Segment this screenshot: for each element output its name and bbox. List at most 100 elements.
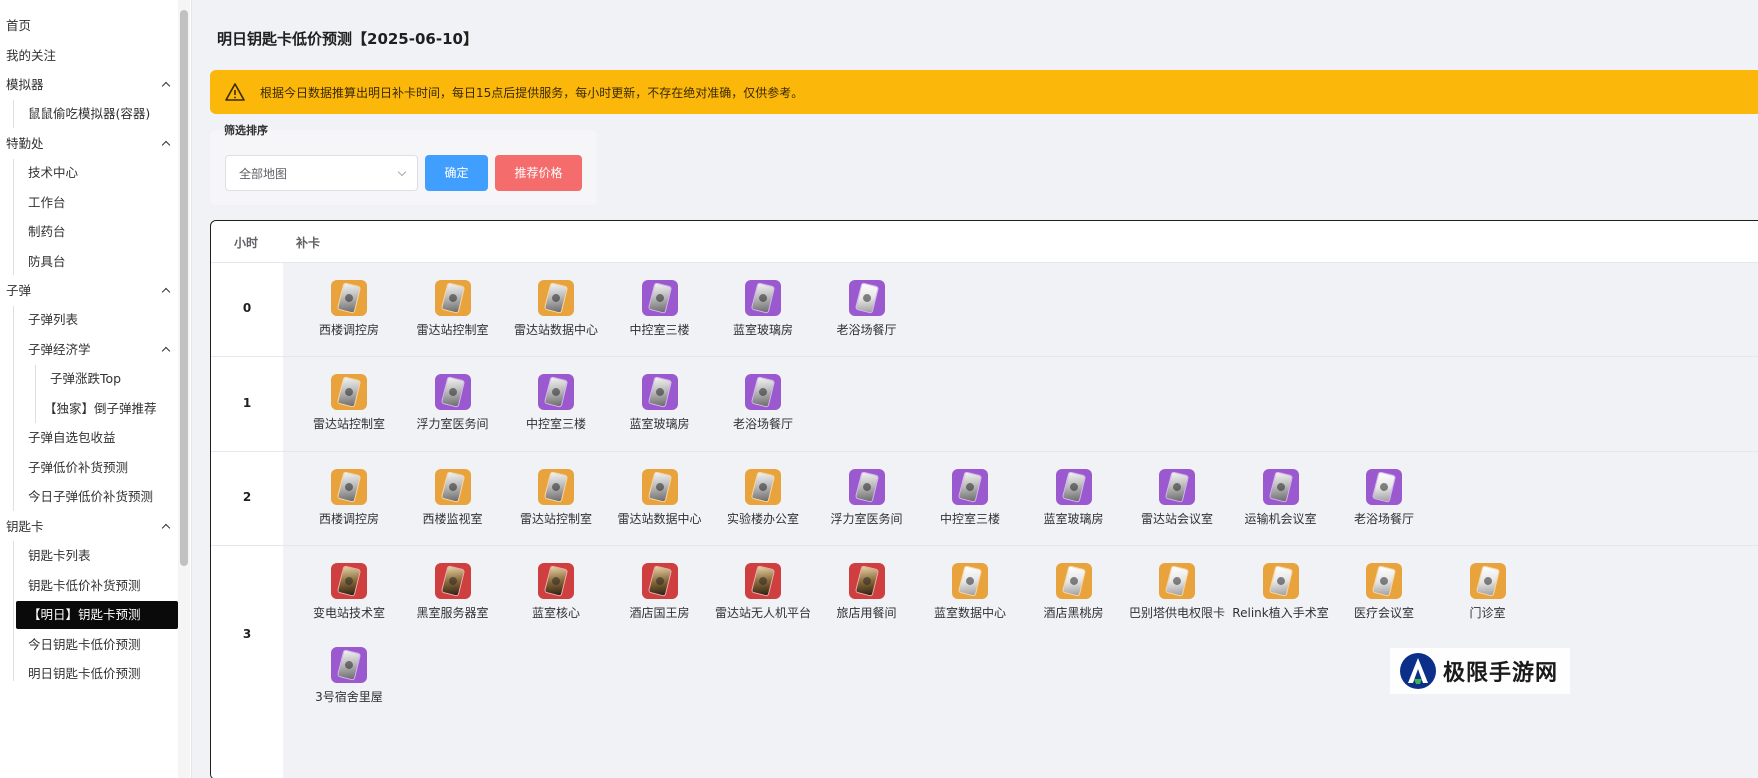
keycard-name: 门诊室: [1469, 606, 1506, 620]
keycard-image: [1269, 472, 1292, 502]
restock-table: 小时 补卡 0 西楼调控房 雷达站控制室 雷达站数据中心 中控室三楼 蓝室玻璃房 老浴场餐厅…: [210, 220, 1758, 778]
sidebar-item-keycard-restock[interactable]: 钥匙卡低价补货预测: [0, 572, 178, 600]
sidebar-item-label: 钥匙卡低价补货预测: [28, 578, 141, 593]
sidebar-item-workbench[interactable]: 工作台: [0, 189, 178, 217]
sidebar-item-label: 【独家】倒子弹推荐: [44, 401, 157, 416]
sidebar-item-label: 技术中心: [28, 165, 79, 180]
keycard-image: [959, 472, 981, 502]
keycard-icon: [641, 563, 678, 599]
keycard-image: [1373, 566, 1395, 596]
sidebar-item-pharmacy[interactable]: 制药台: [0, 218, 178, 246]
keycard-image: [855, 566, 878, 596]
keycard-name: 老浴场餐厅: [732, 417, 793, 431]
row-divider: [211, 451, 1758, 452]
keycard-image: [441, 377, 464, 407]
sidebar-item-ammo-restock-today[interactable]: 今日子弹低价补货预测: [0, 483, 178, 511]
sidebar-item-armor-bench[interactable]: 防具台: [0, 248, 178, 276]
keycard-item[interactable]: 门诊室: [1438, 563, 1538, 623]
sidebar-item-ammo-top[interactable]: 子弹涨跌Top: [0, 365, 178, 393]
confirm-button[interactable]: 确定: [425, 155, 488, 191]
sidebar-item-tech-center[interactable]: 技术中心: [0, 159, 178, 187]
sidebar-item-label: 子弹经济学: [28, 342, 91, 357]
sidebar-item-label: 防具台: [28, 254, 66, 269]
sidebar-item-label: 鼠鼠偷吃模拟器(容器): [28, 106, 151, 121]
sidebar-group-keycard[interactable]: 钥匙卡: [0, 513, 178, 541]
chevron-up-icon: [160, 71, 172, 99]
keycard-icon: [848, 280, 885, 316]
hour-label: 3: [242, 627, 252, 641]
map-select-value: 全部地图: [239, 167, 288, 181]
keycard-icon: [331, 469, 367, 505]
keycard-icon: [331, 374, 367, 410]
keycard-image: [338, 566, 360, 596]
sidebar-item-ammo-restock[interactable]: 子弹低价补货预测: [0, 454, 178, 482]
sidebar-scrollbar-thumb[interactable]: [180, 10, 188, 566]
keycard-icon: [745, 280, 781, 316]
keycard-icon: [1366, 563, 1402, 599]
keycard-icon: [538, 280, 574, 316]
hour-label: 0: [242, 301, 252, 315]
sidebar-item-mouse-simulator[interactable]: 鼠鼠偷吃模拟器(容器): [0, 100, 178, 128]
sidebar-item-ammo-flip[interactable]: 【独家】倒子弹推荐: [0, 395, 178, 423]
keycard-image: [441, 566, 464, 596]
column-header-card: 补卡: [296, 236, 321, 250]
site-logo-icon: [1400, 653, 1436, 689]
sidebar-group-ammo[interactable]: 子弹: [0, 277, 178, 305]
keycard-icon: [434, 280, 471, 316]
sidebar-item-ammo-pack-profit[interactable]: 子弹自选包收益: [0, 424, 178, 452]
sidebar-group-simulator[interactable]: 模拟器: [0, 71, 178, 99]
sidebar-item-label: 首页: [6, 18, 32, 33]
keycard-icon: [848, 469, 885, 505]
keycard-item[interactable]: 3号宿舍里屋: [299, 647, 399, 707]
sidebar-item-keycard-list[interactable]: 钥匙卡列表: [0, 542, 178, 570]
keycard-image: [855, 283, 878, 313]
sidebar-item-label: 特勤处: [6, 136, 44, 151]
keycard-icon: [1262, 563, 1299, 599]
sidebar-item-label: 子弹列表: [28, 312, 79, 327]
sidebar-item-label: 今日子弹低价补货预测: [28, 489, 154, 504]
sidebar-group-special-ops[interactable]: 特勤处: [0, 130, 178, 158]
keycard-icon: [641, 280, 678, 316]
keycard-image: [648, 472, 671, 502]
keycard-item[interactable]: 老浴场餐厅: [1334, 469, 1434, 529]
keycard-icon: [641, 374, 678, 410]
keycard-icon: [848, 563, 885, 599]
sidebar-item-tomorrow-keycard-low[interactable]: 明日钥匙卡低价预测: [0, 660, 178, 688]
warning-icon: [225, 83, 245, 101]
keycard-item[interactable]: 老浴场餐厅: [817, 280, 917, 340]
row-divider: [211, 262, 1758, 263]
keycard-icon: [745, 469, 781, 505]
recommend-price-button[interactable]: 推荐价格: [495, 155, 582, 191]
sidebar-item-my-follows[interactable]: 我的关注: [0, 42, 178, 70]
sidebar-group-ammo-economics[interactable]: 子弹经济学: [0, 336, 178, 364]
chevron-up-icon: [160, 513, 172, 541]
keycard-icon: [434, 563, 471, 599]
keycard-image: [545, 283, 567, 313]
keycard-icon: [745, 563, 781, 599]
sidebar-item-ammo-list[interactable]: 子弹列表: [0, 306, 178, 334]
cards-cell: [283, 262, 1758, 356]
map-select[interactable]: 全部地图: [225, 155, 418, 191]
sidebar: 首页 我的关注 模拟器 鼠鼠偷吃模拟器(容器) 特勤处 技术中心 工作台 制药台…: [0, 0, 192, 778]
sidebar-item-today-keycard-low[interactable]: 今日钥匙卡低价预测: [0, 631, 178, 659]
keycard-image: [338, 283, 360, 313]
keycard-icon: [1055, 469, 1092, 505]
keycard-image: [752, 283, 774, 313]
keycard-name: 3号宿舍里屋: [315, 690, 383, 704]
chevron-down-icon: [397, 167, 407, 177]
keycard-icon: [1262, 469, 1299, 505]
sidebar-item-label: 子弹涨跌Top: [50, 371, 122, 386]
hour-label: 1: [242, 396, 252, 410]
row-divider: [211, 356, 1758, 357]
keycard-item[interactable]: 老浴场餐厅: [713, 374, 813, 434]
sidebar-item-label: 【明日】钥匙卡预测: [28, 607, 141, 622]
sidebar-item-label: 我的关注: [6, 48, 57, 63]
keycard-image: [1166, 566, 1188, 596]
sidebar-item-label: 子弹自选包收益: [28, 430, 116, 445]
keycard-image: [648, 377, 671, 407]
sidebar-item-label: 模拟器: [6, 77, 44, 92]
sidebar-item-tomorrow-keycard[interactable]: 【明日】钥匙卡预测: [16, 601, 178, 629]
sidebar-item-home[interactable]: 首页: [0, 12, 178, 40]
keycard-icon: [641, 469, 678, 505]
cards-cell: [283, 356, 1758, 451]
